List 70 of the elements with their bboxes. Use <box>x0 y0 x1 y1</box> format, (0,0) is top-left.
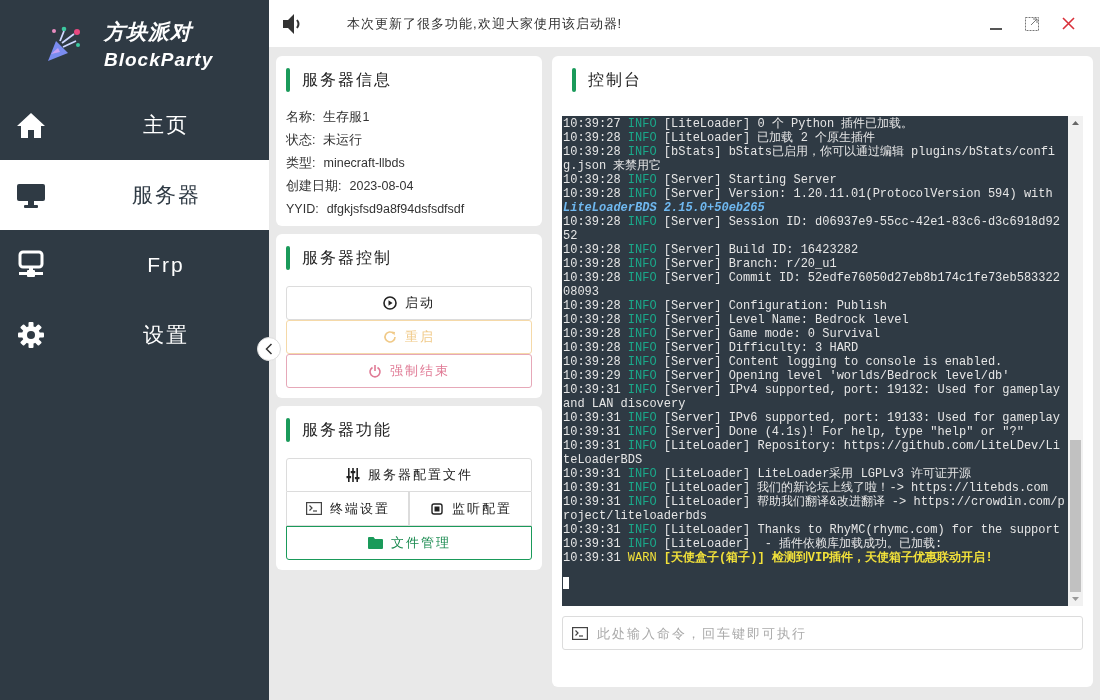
log-line: 10:39:31 INFO [LiteLoader] Thanks to RhyMC(rhymc.com) for the support <box>563 523 1061 537</box>
nav-item[interactable]: 服务器 <box>0 160 269 230</box>
log-line: 10:39:28 INFO [Server] Level Name: Bedrock level <box>563 313 910 327</box>
log-line: 10:39:31 INFO [Server] IPv6 supported, port: 19133: Used for gameplay <box>563 411 1061 425</box>
scrollbar-thumb[interactable] <box>1070 440 1081 592</box>
log-line: 10:39:29 INFO [Server] Opening level 'worlds/Bedrock level/db' <box>563 369 1011 383</box>
brand-title: 方块派对 <box>104 21 195 42</box>
cursor <box>563 577 569 589</box>
function-button[interactable]: 终端设置 <box>286 492 409 526</box>
log-line: 10:39:31 INFO [LiteLoader] 帮助我们翻译&改进翻译 -> https://crowdin.com/project/liteloaderbds <box>563 495 1066 523</box>
terminal-icon <box>305 502 322 515</box>
terminal-icon <box>572 627 588 640</box>
log-line: 10:39:31 INFO [LiteLoader] 我们的新论坛上线了啦！-> https://litebds.com <box>563 481 1049 495</box>
log-line: 10:39:31 INFO [LiteLoader] Repository: https://github.com/LiteLDev/LiteLoaderBDS <box>563 439 1061 467</box>
refresh-icon <box>383 330 397 344</box>
log-line: 10:39:28 INFO [Server] Difficulty: 3 HARD <box>563 341 860 355</box>
field-value: dfgkjsfsd9a8f94dsfsdfsdf <box>326 200 465 218</box>
log-line: 10:39:28 INFO [Server] Commit ID: 52edfe76050d27eb8b174c1fe73eb58332208093 <box>563 271 1061 299</box>
field-value: 2023-08-04 <box>349 177 414 195</box>
monitor-icon <box>16 181 46 209</box>
folder-icon <box>367 537 383 549</box>
home-icon <box>16 111 46 139</box>
panel-title: 服务器功能 <box>302 420 392 440</box>
network-icon <box>16 250 46 280</box>
panel-title: 服务器信息 <box>302 70 392 90</box>
log-line: 10:39:27 INFO [LiteLoader] 0 个 Python 插件已加载。 <box>563 117 915 131</box>
start-button[interactable]: 启动 <box>286 286 532 320</box>
log-line: 10:39:31 WARN [天使盒子(箱子)] 检测到VIP插件，天使箱子优惠联动开启! <box>563 551 994 565</box>
log-line: 10:39:28 INFO [Server] Build ID: 16423282 <box>563 243 860 257</box>
log-line: 10:39:28 INFO [Server] Branch: r/20_u1 <box>563 257 838 271</box>
nav-item[interactable]: Frp <box>0 230 269 300</box>
function-button[interactable]: 监听配置 <box>409 492 532 526</box>
panel-title: 控制台 <box>588 70 642 90</box>
scroll-up-icon[interactable] <box>1072 121 1079 125</box>
field-label: 名称: <box>286 108 316 126</box>
log-line: 10:39:28 INFO [Server] Content logging to console is enabled. <box>563 355 1004 369</box>
log-line: 10:39:28 INFO [Server] Session ID: d06937e9-55cc-42e1-83c6-d3c6918d9252 <box>563 215 1061 243</box>
log-line: 10:39:31 INFO [LiteLoader] LiteLoader采用 LGPLv3 许可证开源 <box>563 467 973 481</box>
collapse-button[interactable] <box>257 337 281 361</box>
command-field[interactable]: 此处输入命令，回车键即可执行 <box>562 616 1083 650</box>
nav-item[interactable]: 主页 <box>0 90 269 160</box>
log-line: 10:39:31 INFO [LiteLoader] - 插件依赖库加载成功。已加载: <box>563 537 944 551</box>
notice-text: 本次更新了很多功能,欢迎大家使用该启动器! <box>347 14 623 33</box>
log-line: 10:39:28 INFO [bStats] bStats已启用，你可以通过编辑 plugins/bStats/config.json 来禁用它 <box>563 145 1057 173</box>
field-label: YYID: <box>286 200 319 218</box>
scroll-down-icon[interactable] <box>1072 597 1079 601</box>
log-line: 10:39:28 INFO [Server] Version: 1.20.11.01(ProtocolVersion 594) with LiteLoaderBDS 2.15.0+50eb265 <box>563 187 1054 215</box>
field-value: minecraft-llbds <box>323 154 405 172</box>
brand-subtitle: BlockParty <box>104 50 214 69</box>
file-manager-button[interactable]: 文件管理 <box>286 526 532 560</box>
field-label: 状态: <box>286 131 316 149</box>
config-file-button[interactable]: 服务器配置文件 <box>286 458 532 492</box>
log-line: 10:39:28 INFO [Server] Game mode: 0 Survival <box>563 327 881 341</box>
settings-icon <box>17 321 45 349</box>
nav-item[interactable]: 设置 <box>0 300 269 370</box>
field-value: 未运行 <box>323 131 363 149</box>
panel-title: 服务器控制 <box>302 248 392 268</box>
log-line: 10:39:31 INFO [Server] Done (4.1s)! For help, type "help" or "?" <box>563 425 1025 439</box>
chip-icon <box>429 501 444 516</box>
play-icon <box>383 296 397 310</box>
field-label: 创建日期: <box>286 177 342 195</box>
sliders-icon <box>345 468 360 482</box>
log-line: 10:39:31 INFO [Server] IPv4 supported, port: 19132: Used for gameplay and LAN discovery <box>563 383 1061 411</box>
field-label: 类型: <box>286 154 316 172</box>
power-icon <box>368 364 382 378</box>
log-line: 10:39:28 INFO [Server] Configuration: Publish <box>563 299 889 313</box>
field-value: 生存服1 <box>323 108 370 126</box>
log-line: 10:39:28 INFO [LiteLoader] 已加载 2 个原生插件 <box>563 131 877 145</box>
chevron-left-icon <box>265 343 273 355</box>
log-line: 10:39:28 INFO [Server] Starting Server <box>563 173 838 187</box>
